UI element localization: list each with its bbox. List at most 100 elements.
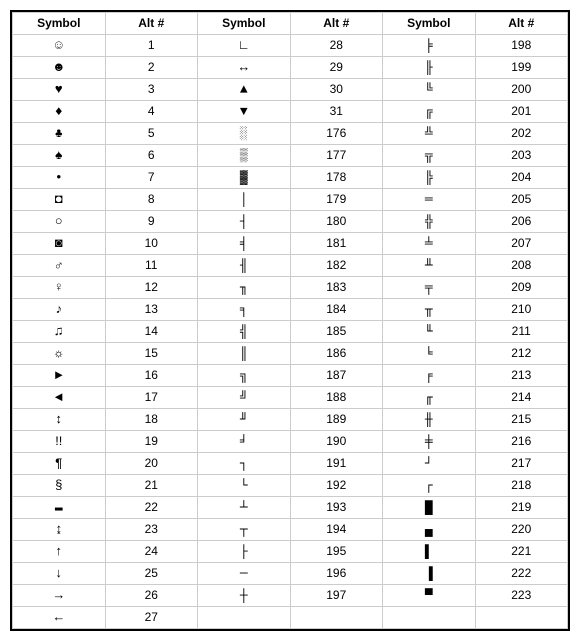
symbol-cell: ╜	[198, 409, 291, 431]
alt-code-cell: 212	[475, 343, 568, 365]
symbol-cell: ▲	[198, 79, 291, 101]
table-row: ←27	[13, 607, 568, 629]
symbol-cell: ╖	[198, 277, 291, 299]
symbol-cell: ♦	[13, 101, 106, 123]
symbol-cell: ╛	[198, 431, 291, 453]
symbol-cell: ┘	[383, 453, 476, 475]
alt-code-cell: 178	[290, 167, 383, 189]
symbol-cell: ♫	[13, 321, 106, 343]
symbol-cell: ▬	[13, 497, 106, 519]
alt-code-cell: 198	[475, 35, 568, 57]
alt-code-cell: 186	[290, 343, 383, 365]
alt-code-cell: 184	[290, 299, 383, 321]
table-row: ↑24├195▌221	[13, 541, 568, 563]
alt-code-cell: 223	[475, 585, 568, 607]
alt-code-cell: 217	[475, 453, 568, 475]
symbol-cell: ╙	[383, 321, 476, 343]
alt-code-cell	[290, 607, 383, 629]
alt-code-cell: 213	[475, 365, 568, 387]
alt-code-cell: 201	[475, 101, 568, 123]
alt-code-cell: 215	[475, 409, 568, 431]
table-row: ◙10╡181╧207	[13, 233, 568, 255]
alt-code-cell: 203	[475, 145, 568, 167]
symbol-cell: ╨	[383, 255, 476, 277]
alt-code-grid: Symbol Alt # Symbol Alt # Symbol Alt # ☺…	[12, 12, 568, 629]
table-row: ○9┤180╬206	[13, 211, 568, 233]
table-row: ▬22┴193█219	[13, 497, 568, 519]
symbol-cell: ╓	[383, 387, 476, 409]
symbol-cell: ♀	[13, 277, 106, 299]
symbol-cell: ┬	[198, 519, 291, 541]
alt-code-cell: 9	[105, 211, 198, 233]
alt-code-cell: 200	[475, 79, 568, 101]
alt-code-cell: 182	[290, 255, 383, 277]
alt-code-cell: 219	[475, 497, 568, 519]
symbol-cell: ░	[198, 123, 291, 145]
symbol-cell: ♣	[13, 123, 106, 145]
alt-code-cell: 28	[290, 35, 383, 57]
alt-code-cell: 18	[105, 409, 198, 431]
symbol-cell: ∟	[198, 35, 291, 57]
alt-code-cell: 199	[475, 57, 568, 79]
alt-code-cell: 194	[290, 519, 383, 541]
symbol-cell: ╡	[198, 233, 291, 255]
table-row: ☼15║186╘212	[13, 343, 568, 365]
symbol-cell: ▄	[383, 519, 476, 541]
alt-code-cell: 193	[290, 497, 383, 519]
symbol-cell: ▐	[383, 563, 476, 585]
symbol-cell: §	[13, 475, 106, 497]
symbol-cell: ╦	[383, 145, 476, 167]
symbol-cell: ╠	[383, 167, 476, 189]
symbol-cell: ♠	[13, 145, 106, 167]
alt-code-cell: 12	[105, 277, 198, 299]
alt-code-cell: 19	[105, 431, 198, 453]
alt-code-cell: 10	[105, 233, 198, 255]
col-header-symbol-1: Symbol	[13, 13, 106, 35]
alt-code-cell: 27	[105, 607, 198, 629]
alt-code-cell: 218	[475, 475, 568, 497]
alt-code-cell: 2	[105, 57, 198, 79]
symbol-cell: ↓	[13, 563, 106, 585]
alt-code-cell: 22	[105, 497, 198, 519]
alt-code-cell: 11	[105, 255, 198, 277]
alt-code-table: Symbol Alt # Symbol Alt # Symbol Alt # ☺…	[10, 10, 570, 631]
table-row: ↨23┬194▄220	[13, 519, 568, 541]
symbol-cell: ╕	[198, 299, 291, 321]
symbol-cell: ┌	[383, 475, 476, 497]
table-row: ◄17╝188╓214	[13, 387, 568, 409]
symbol-cell: ┴	[198, 497, 291, 519]
alt-code-cell: 188	[290, 387, 383, 409]
symbol-cell: ○	[13, 211, 106, 233]
alt-code-cell: 202	[475, 123, 568, 145]
symbol-cell: ¶	[13, 453, 106, 475]
alt-code-cell: 197	[290, 585, 383, 607]
table-row: ♥3▲30╚200	[13, 79, 568, 101]
col-header-alt-3: Alt #	[475, 13, 568, 35]
table-row: ☻2↔29╟199	[13, 57, 568, 79]
alt-code-cell: 15	[105, 343, 198, 365]
alt-code-cell: 7	[105, 167, 198, 189]
symbol-cell: ▼	[198, 101, 291, 123]
alt-code-cell: 211	[475, 321, 568, 343]
symbol-cell: ♪	[13, 299, 106, 321]
alt-code-cell: 30	[290, 79, 383, 101]
symbol-cell: ╪	[383, 431, 476, 453]
symbol-cell: ←	[13, 607, 106, 629]
alt-code-cell: 24	[105, 541, 198, 563]
symbol-cell: ╩	[383, 123, 476, 145]
symbol-cell: ♂	[13, 255, 106, 277]
symbol-cell: ►	[13, 365, 106, 387]
symbol-cell: ┤	[198, 211, 291, 233]
symbol-cell: ↔	[198, 57, 291, 79]
symbol-cell: │	[198, 189, 291, 211]
symbol-cell: ╔	[383, 101, 476, 123]
alt-code-cell: 29	[290, 57, 383, 79]
alt-code-cell: 6	[105, 145, 198, 167]
symbol-cell: ┼	[198, 585, 291, 607]
alt-code-cell: 21	[105, 475, 198, 497]
alt-code-cell: 205	[475, 189, 568, 211]
table-row: ♣5░176╩202	[13, 123, 568, 145]
alt-code-cell: 206	[475, 211, 568, 233]
alt-code-cell: 26	[105, 585, 198, 607]
symbol-cell: ├	[198, 541, 291, 563]
